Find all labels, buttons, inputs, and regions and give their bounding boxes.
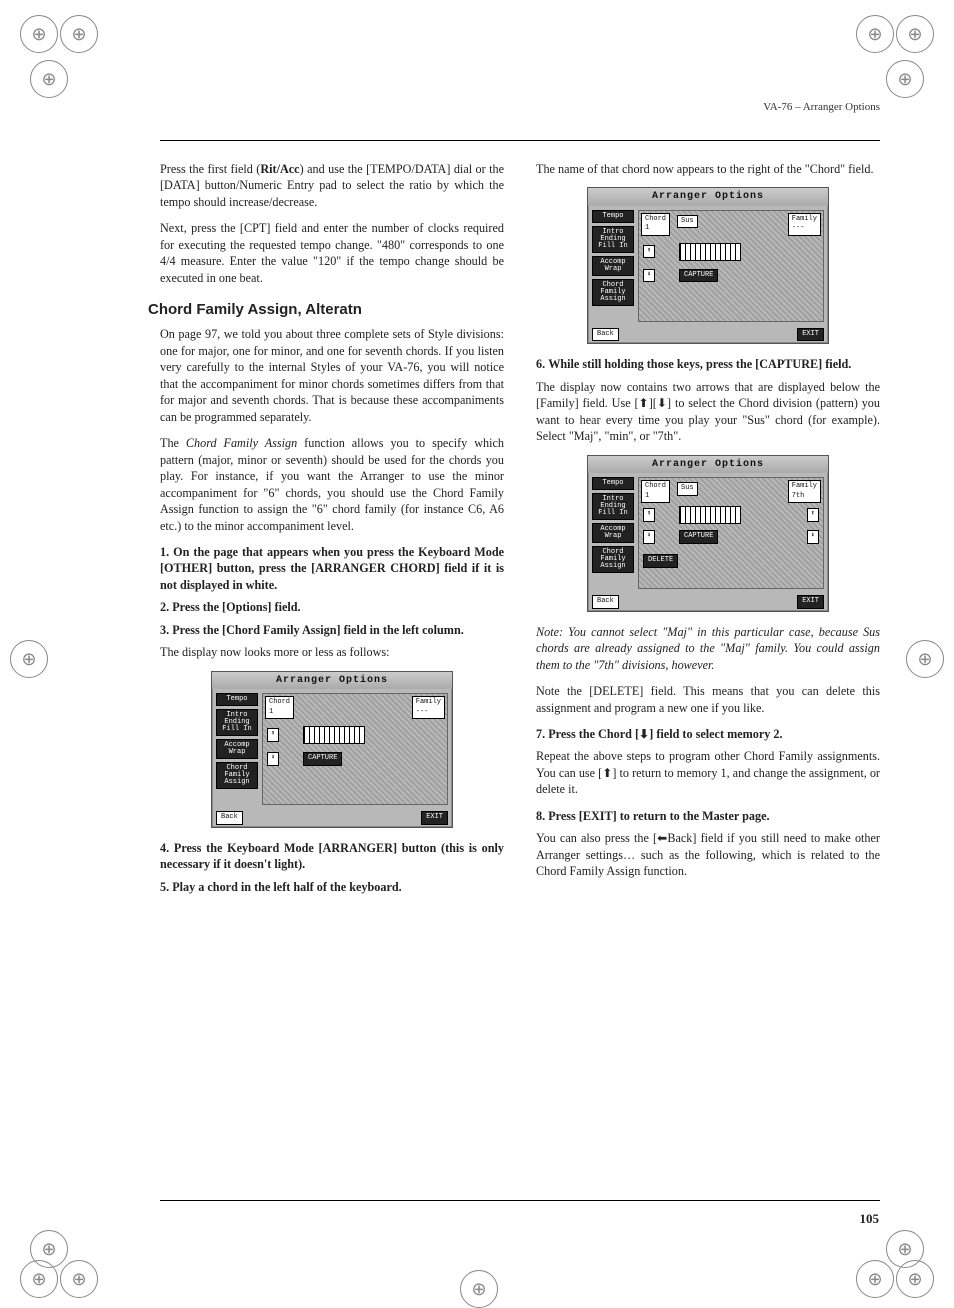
lcd-side-btn: Intro Ending Fill In (592, 226, 634, 253)
reg-mark: ⊕ (906, 640, 944, 678)
lcd-arrow-up: ⬆ (267, 728, 279, 741)
body-text: The display now looks more or less as fo… (160, 644, 504, 660)
lcd-chord-field: Chord1 (641, 480, 670, 503)
lcd-sus-label: Sus (677, 215, 698, 228)
reg-mark: ⊕ (460, 1270, 498, 1308)
reg-mark: ⊕ (896, 1260, 934, 1298)
page-content: VA-76 – Arranger Options Press the first… (160, 100, 880, 901)
reg-mark: ⊕ (60, 1260, 98, 1298)
lcd-arrow-down: ⬇ (643, 530, 655, 543)
lcd-arrow-up: ⬆ (643, 245, 655, 258)
step-5: 5. Play a chord in the left half of the … (160, 879, 504, 895)
lcd-chord-field: Chord1 (265, 696, 294, 719)
body-text: Next, press the [CPT] field and enter th… (160, 220, 504, 286)
lcd-side-btn: Tempo (592, 477, 634, 490)
body-text: You can also press the [⬅Back] field if … (536, 830, 880, 879)
lcd-side-btn: Accomp Wrap (216, 739, 258, 759)
lcd-keyboard-icon (679, 506, 741, 524)
lcd-family-field: Family7th (788, 480, 821, 503)
lcd-sus-label: Sus (677, 482, 698, 495)
reg-mark: ⊕ (856, 15, 894, 53)
lcd-arrow-up: ⬆ (643, 508, 655, 521)
lcd-family-field: Family--- (788, 213, 821, 236)
step-3: 3. Press the [Chord Family Assign] field… (160, 622, 504, 638)
lcd-screenshot-1: Arranger Options Tempo Intro Ending Fill… (211, 671, 453, 828)
body-text: Note the [DELETE] field. This means that… (536, 683, 880, 716)
lcd-exit-btn: EXIT (797, 595, 824, 608)
reg-mark: ⊕ (896, 15, 934, 53)
lcd-back-btn: Back (592, 328, 619, 341)
lcd-delete-btn: DELETE (643, 554, 678, 567)
step-2: 2. Press the [Options] field. (160, 599, 504, 615)
body-text: The name of that chord now appears to th… (536, 161, 880, 177)
body-text: The display now contains two arrows that… (536, 379, 880, 445)
lcd-chord-field: Chord1 (641, 213, 670, 236)
reg-mark: ⊕ (60, 15, 98, 53)
step-8: 8. Press [EXIT] to return to the Master … (536, 808, 880, 824)
lcd-back-btn: Back (592, 595, 619, 608)
body-text: Press the first field (Rit/Acc) and use … (160, 161, 504, 210)
body-text: On page 97, we told you about three comp… (160, 326, 504, 425)
reg-mark: ⊕ (10, 640, 48, 678)
lcd-keyboard-icon (679, 243, 741, 261)
lcd-side-btn: Intro Ending Fill In (592, 493, 634, 520)
reg-mark: ⊕ (30, 60, 68, 98)
lcd-capture-btn: CAPTURE (679, 530, 718, 543)
reg-mark: ⊕ (20, 15, 58, 53)
note-text: Note: You cannot select "Maj" in this pa… (536, 624, 880, 673)
lcd-side-btn: Intro Ending Fill In (216, 709, 258, 736)
step-7: 7. Press the Chord [⬇] field to select m… (536, 726, 880, 742)
lcd-family-field: Family--- (412, 696, 445, 719)
reg-mark: ⊕ (886, 60, 924, 98)
left-column: Press the first field (Rit/Acc) and use … (160, 161, 504, 901)
lcd-side-btn: Tempo (216, 693, 258, 706)
lcd-title: Arranger Options (588, 456, 828, 474)
lcd-capture-btn: CAPTURE (303, 752, 342, 765)
lcd-side-btn: Chord Family Assign (216, 762, 258, 789)
right-column: The name of that chord now appears to th… (536, 161, 880, 901)
lcd-side-btn: Accomp Wrap (592, 523, 634, 543)
step-6: 6. While still holding those keys, press… (536, 356, 880, 372)
header-rule (160, 140, 880, 141)
lcd-side-btn: Accomp Wrap (592, 256, 634, 276)
lcd-side-btn: Chord Family Assign (592, 546, 634, 573)
lcd-side-btn: Chord Family Assign (592, 279, 634, 306)
reg-mark: ⊕ (20, 1260, 58, 1298)
lcd-family-arrow-up: ⬆ (807, 508, 819, 521)
lcd-screenshot-3: Arranger Options Tempo Intro Ending Fill… (587, 455, 829, 612)
page-number: 105 (860, 1210, 880, 1228)
lcd-exit-btn: EXIT (797, 328, 824, 341)
body-text: The Chord Family Assign function allows … (160, 435, 504, 534)
step-1: 1. On the page that appears when you pre… (160, 544, 504, 593)
step-4: 4. Press the Keyboard Mode [ARRANGER] bu… (160, 840, 504, 873)
lcd-back-btn: Back (216, 811, 243, 824)
lcd-title: Arranger Options (212, 672, 452, 690)
lcd-keyboard-icon (303, 726, 365, 744)
reg-mark: ⊕ (856, 1260, 894, 1298)
section-heading: Chord Family Assign, Alteratn (148, 300, 504, 320)
body-text: Repeat the above steps to program other … (536, 748, 880, 797)
lcd-side-btn: Tempo (592, 210, 634, 223)
lcd-arrow-down: ⬇ (643, 269, 655, 282)
footer-rule (160, 1200, 880, 1201)
lcd-title: Arranger Options (588, 188, 828, 206)
lcd-family-arrow-down: ⬇ (807, 530, 819, 543)
lcd-capture-btn: CAPTURE (679, 269, 718, 282)
lcd-arrow-down: ⬇ (267, 752, 279, 765)
page-header: VA-76 – Arranger Options (160, 100, 880, 115)
lcd-screenshot-2: Arranger Options Tempo Intro Ending Fill… (587, 187, 829, 344)
lcd-exit-btn: EXIT (421, 811, 448, 824)
